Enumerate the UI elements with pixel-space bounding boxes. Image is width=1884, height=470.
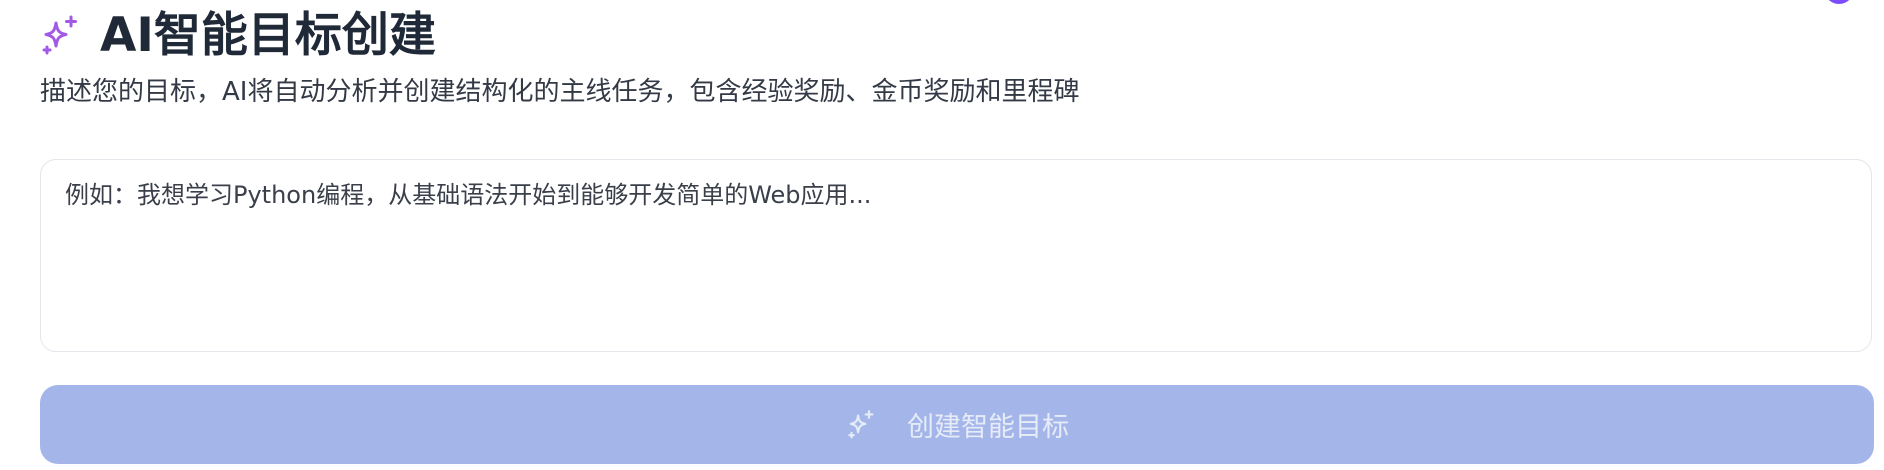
page-description: 描述您的目标，AI将自动分析并创建结构化的主线任务，包含经验奖励、金币奖励和里程…	[40, 77, 1080, 107]
create-goal-button-label: 创建智能目标	[907, 412, 1069, 443]
sparkles-icon	[848, 409, 874, 438]
page-title: AI智能目标创建	[100, 8, 436, 63]
header: AI智能目标创建	[38, 10, 436, 62]
sparkles-icon	[42, 15, 77, 55]
avatar[interactable]	[1824, 0, 1854, 4]
goal-description-input[interactable]	[40, 159, 1872, 352]
ai-goal-creation-panel: AI智能目标创建 描述您的目标，AI将自动分析并创建结构化的主线任务，包含经验奖…	[0, 0, 1884, 470]
create-goal-button[interactable]: 创建智能目标	[40, 385, 1874, 464]
